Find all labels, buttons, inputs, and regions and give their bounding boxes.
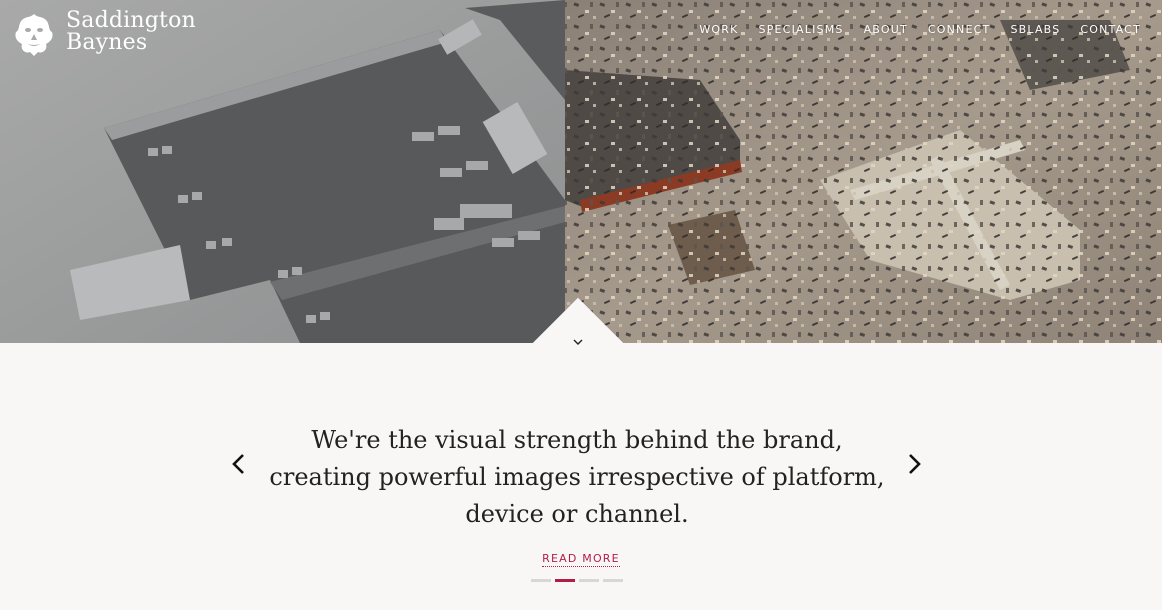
nav-item-connect[interactable]: CONNECT: [928, 23, 991, 36]
lion-crest-icon: [15, 14, 53, 56]
chevron-left-icon[interactable]: [227, 450, 251, 478]
brand-logo[interactable]: Saddington Baynes: [12, 10, 196, 58]
read-more-link[interactable]: READ MORE: [542, 552, 620, 567]
chevron-right-icon[interactable]: [902, 450, 926, 478]
nav-item-contact[interactable]: CONTACT: [1080, 23, 1141, 36]
read-more-wrapper: READ MORE: [0, 549, 1162, 567]
carousel-dot-3[interactable]: [579, 579, 599, 582]
nav-item-about[interactable]: ABOUT: [864, 23, 908, 36]
carousel-dot-1[interactable]: [531, 579, 551, 582]
brand-line1: Saddington: [66, 8, 196, 33]
chevron-down-icon: [573, 339, 583, 345]
nav-item-work[interactable]: WORK: [699, 23, 738, 36]
nav-item-specialisms[interactable]: SPECIALISMS: [759, 23, 844, 36]
hero-banner: Saddington Baynes WORK SPECIALISMS ABOUT…: [0, 0, 1162, 343]
brand-wordmark: Saddington Baynes: [66, 10, 196, 54]
carousel-dot-4[interactable]: [603, 579, 623, 582]
carousel-dot-2[interactable]: [555, 579, 575, 582]
carousel-quote: We're the visual strength behind the bra…: [269, 426, 885, 528]
main-nav: WORK SPECIALISMS ABOUT CONNECT SBLABS CO…: [679, 23, 1141, 36]
brand-line2: Baynes: [66, 30, 148, 55]
nav-item-sblabs[interactable]: SBLABS: [1010, 23, 1060, 36]
carousel-pagination: [531, 579, 623, 582]
